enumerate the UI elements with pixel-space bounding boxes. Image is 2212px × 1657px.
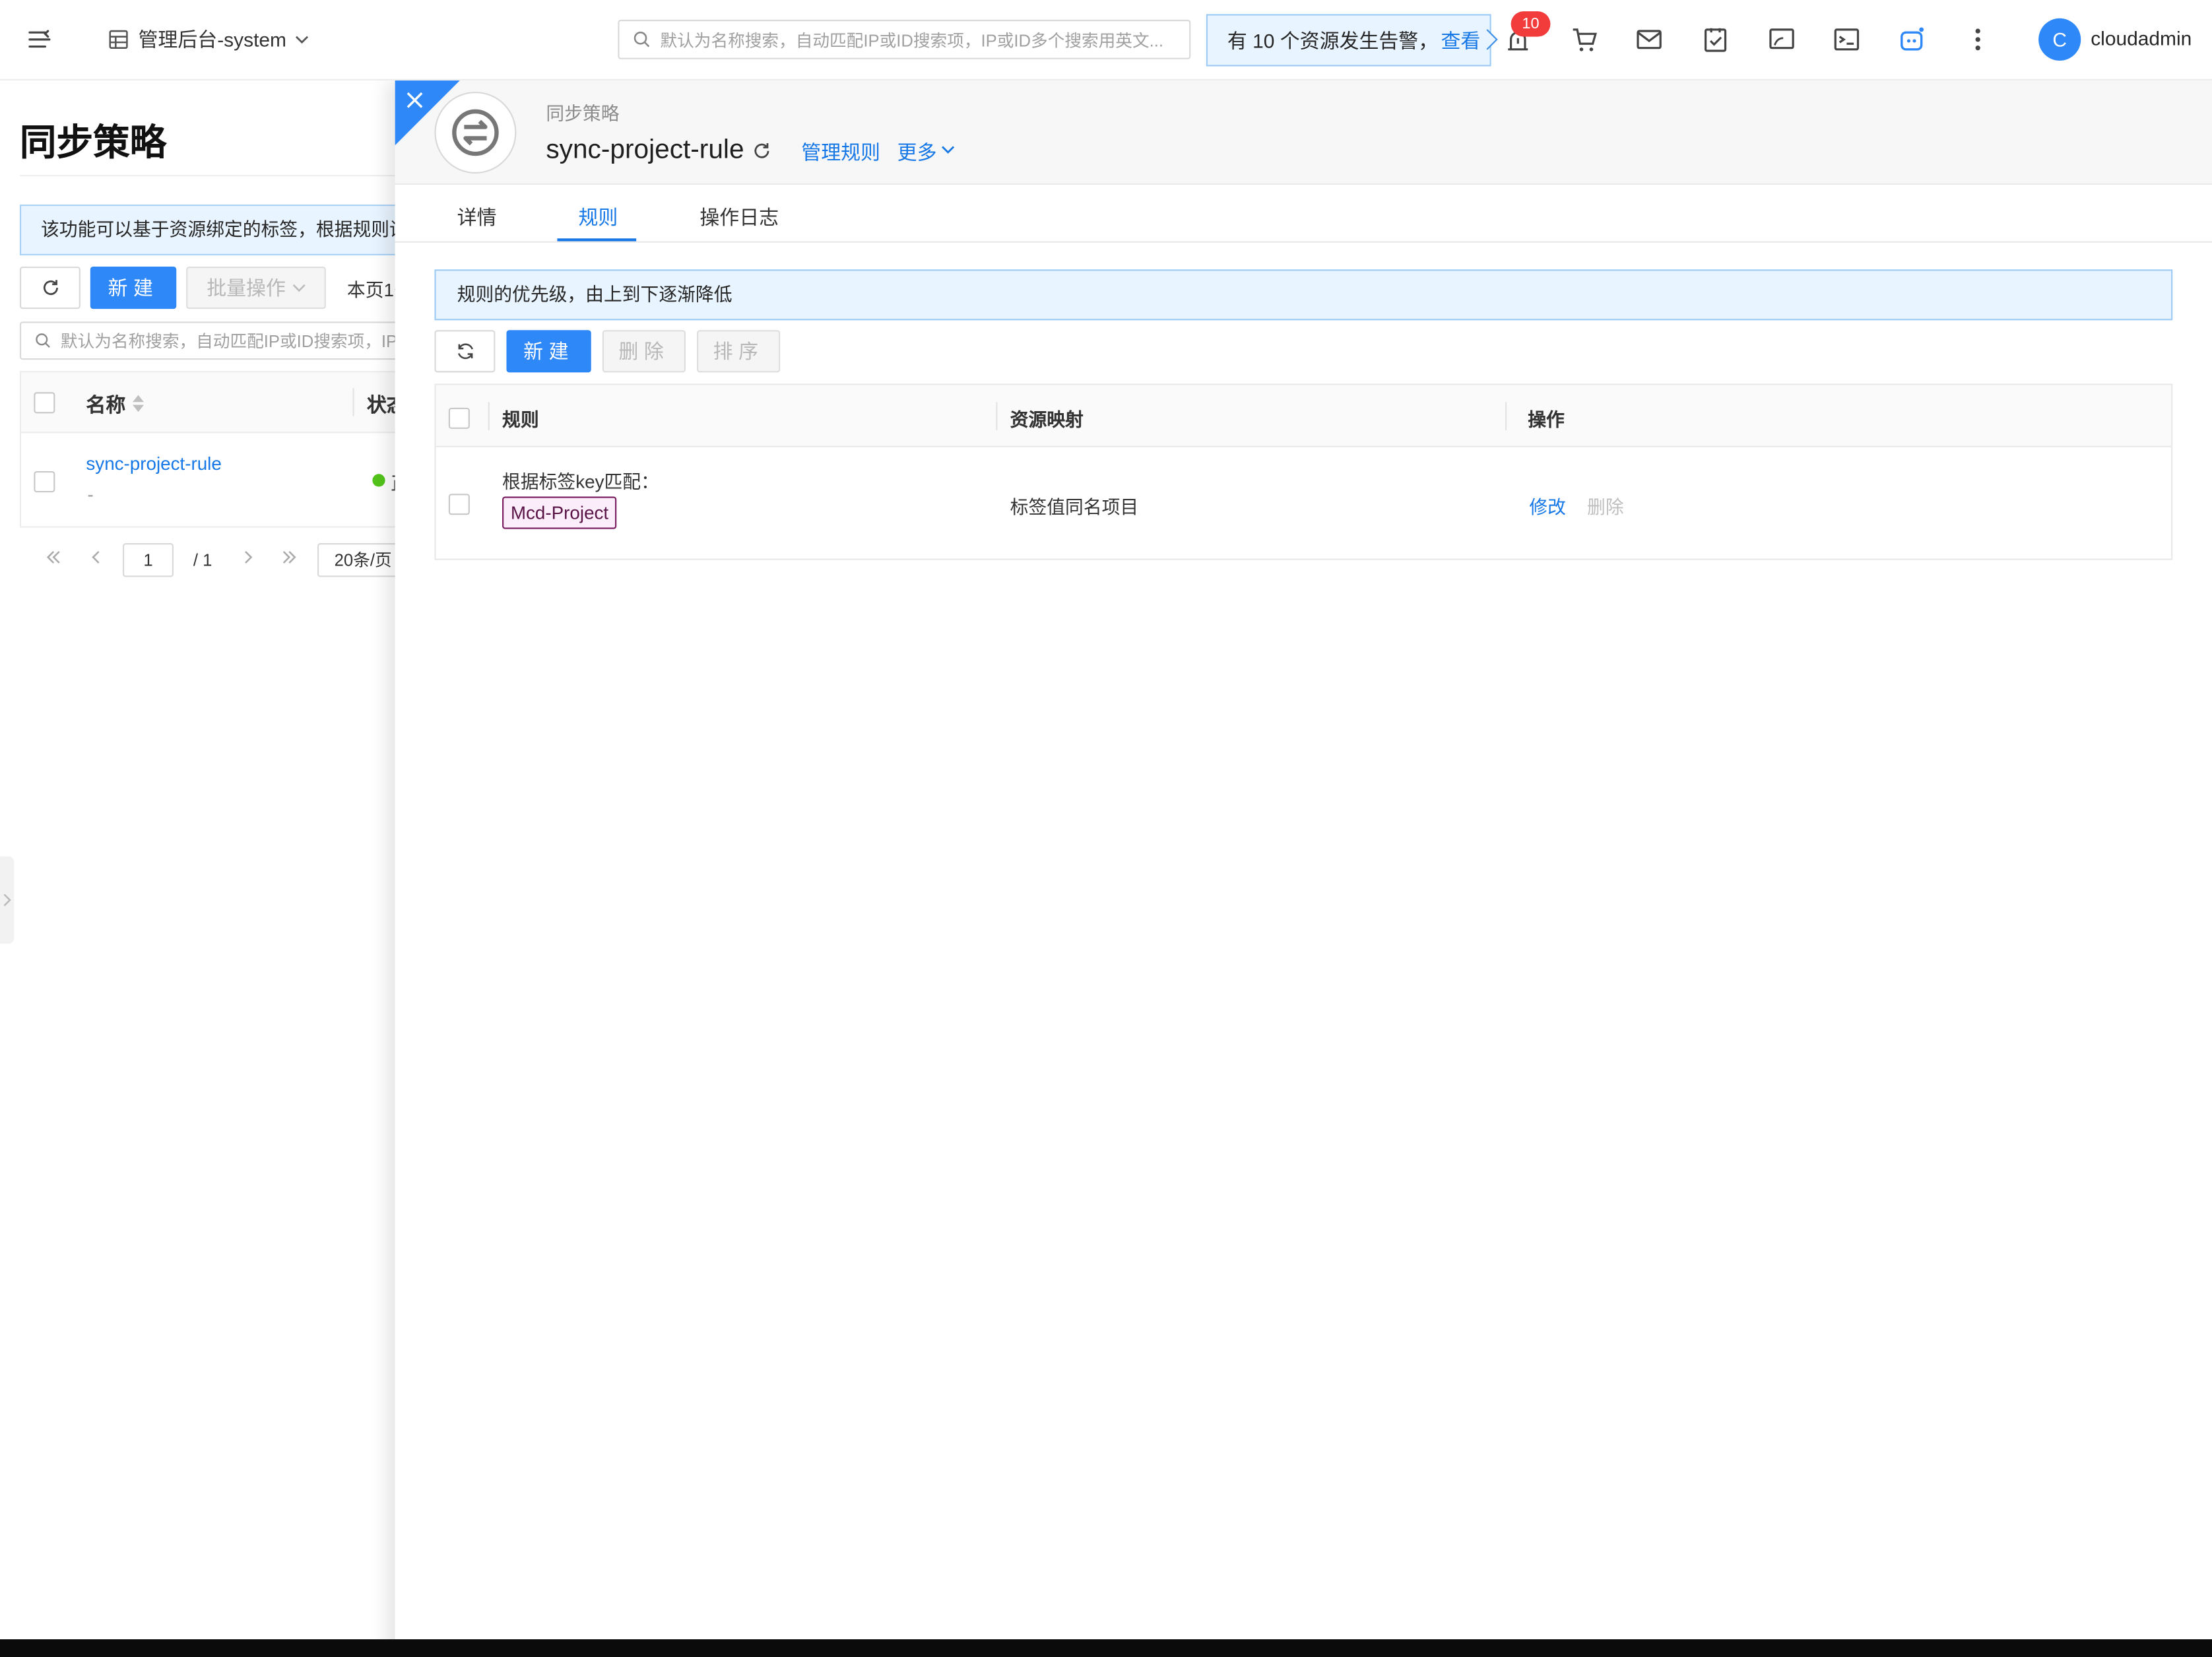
refresh-icon[interactable] — [752, 141, 771, 161]
drawer-subtitle: 同步策略 — [546, 103, 620, 125]
refresh-icon — [40, 278, 60, 298]
bottom-edge-bar — [0, 1639, 2212, 1657]
tag-key-badge: Mcd-Project — [502, 496, 617, 529]
search-icon — [35, 333, 51, 349]
table-header: 规则 资源映射 操作 — [436, 385, 2172, 447]
column-divider — [352, 387, 354, 416]
page-title: 同步策略 — [19, 121, 167, 164]
alert-arrow-icon — [1485, 28, 1498, 51]
drawer-tabs: 详情 规则 操作日志 — [395, 185, 2212, 243]
policy-name-link[interactable]: sync-project-rule — [86, 453, 221, 474]
select-all-checkbox[interactable] — [448, 407, 470, 429]
list-page: 同步策略 该功能可以基于资源绑定的标签，根据规则设置 新建 批量操作 本页1条 … — [0, 80, 429, 1657]
list-search-input[interactable]: 默认为名称搜索，自动匹配IP或ID搜索项，IP或ID多个 — [19, 321, 429, 360]
column-header-rule: 规则 — [502, 408, 539, 431]
alert-count-badge: 10 — [1511, 11, 1551, 37]
priority-notice: 规则的优先级，由上到下逐渐降低 — [434, 269, 2173, 321]
prev-page-icon[interactable] — [86, 547, 106, 567]
terminal-icon[interactable] — [1833, 25, 1861, 53]
next-page-icon[interactable] — [238, 547, 258, 567]
sort-icon[interactable] — [131, 393, 145, 413]
refresh-button[interactable] — [19, 267, 81, 309]
new-rule-button[interactable]: 新建 — [506, 330, 591, 373]
delete-rule-link[interactable]: 删除 — [1587, 492, 1624, 519]
select-all-checkbox[interactable] — [34, 392, 55, 414]
column-divider — [1505, 402, 1507, 431]
row-checkbox[interactable] — [448, 494, 470, 515]
monitor-icon[interactable] — [1768, 25, 1796, 53]
chevron-down-icon — [295, 34, 309, 45]
batch-actions-button[interactable]: 批量操作 — [186, 267, 326, 309]
list-search-placeholder: 默认为名称搜索，自动匹配IP或ID搜索项，IP或ID多个 — [60, 331, 429, 352]
feature-notice: 该功能可以基于资源绑定的标签，根据规则设置 — [19, 204, 429, 255]
system-icon — [107, 28, 129, 51]
detail-drawer: 同步策略 sync-project-rule 管理规则 更多 详情 规则 操作日… — [395, 80, 2212, 1657]
drawer-title: sync-project-rule — [546, 135, 744, 166]
table-row: sync-project-rule - 正常 — [21, 433, 428, 527]
sync-policy-icon — [434, 91, 517, 174]
rules-refresh-button[interactable] — [434, 330, 496, 373]
policy-description: - — [87, 484, 94, 505]
menu-toggle-icon[interactable] — [25, 25, 53, 53]
alert-text: 有 10 个资源发生告警， — [1227, 28, 1439, 52]
user-avatar[interactable]: C — [2038, 18, 2081, 61]
title-divider — [19, 175, 415, 177]
batch-actions-label: 批量操作 — [207, 276, 286, 300]
drawer-header: 同步策略 sync-project-rule 管理规则 更多 — [395, 80, 2212, 185]
column-divider — [996, 402, 998, 431]
username[interactable]: cloudadmin — [2091, 27, 2192, 49]
tab-rules[interactable]: 规则 — [578, 203, 618, 232]
tab-details[interactable]: 详情 — [457, 203, 497, 232]
more-vertical-icon[interactable] — [1964, 25, 1992, 53]
row-checkbox[interactable] — [34, 471, 55, 493]
resource-mapping-text: 标签值同名项目 — [1010, 496, 1139, 518]
first-page-icon[interactable] — [44, 547, 63, 567]
manage-rules-link[interactable]: 管理规则 — [801, 139, 880, 167]
table-header: 名称 状态 — [21, 372, 428, 434]
table-row — [436, 447, 2171, 560]
top-bar: 管理后台-system 默认为名称搜索，自动匹配IP或ID搜索项，IP或ID多个… — [0, 0, 2212, 81]
alert-notice: 有 10 个资源发生告警， 查看 — [1206, 14, 1491, 67]
mail-icon[interactable] — [1635, 25, 1664, 53]
more-actions-link[interactable]: 更多 — [897, 139, 937, 167]
new-policy-button[interactable]: 新建 — [90, 267, 177, 309]
alert-view-link[interactable]: 查看 — [1441, 26, 1480, 55]
chevron-down-icon — [291, 282, 305, 294]
column-divider — [488, 402, 490, 431]
system-switcher[interactable]: 管理后台-system — [107, 24, 309, 55]
assistant-bot-icon[interactable] — [1897, 25, 1926, 53]
rule-match-label: 根据标签key匹配： — [502, 471, 659, 493]
refresh-icon — [455, 341, 474, 361]
last-page-icon[interactable] — [279, 547, 299, 567]
edit-rule-link[interactable]: 修改 — [1529, 492, 1566, 519]
column-header-actions: 操作 — [1528, 408, 1565, 431]
page-total: / 1 — [193, 550, 212, 570]
delete-rules-button[interactable]: 删除 — [602, 330, 686, 373]
column-header-mapping: 资源映射 — [1010, 408, 1084, 431]
chevron-down-icon — [941, 144, 955, 155]
sort-rules-button[interactable]: 排序 — [697, 330, 781, 373]
active-tab-indicator — [557, 238, 637, 242]
cart-icon[interactable] — [1570, 25, 1598, 53]
status-dot — [372, 474, 385, 487]
policy-table: 名称 状态 sync-project-rule - 正常 — [19, 371, 429, 528]
task-check-icon[interactable] — [1701, 25, 1730, 53]
system-label: 管理后台-system — [138, 28, 286, 51]
tab-operation-log[interactable]: 操作日志 — [699, 203, 779, 232]
sidebar-expand-handle[interactable] — [0, 856, 15, 944]
page-number-input[interactable]: 1 — [122, 543, 174, 577]
search-icon — [634, 31, 651, 48]
global-search-placeholder: 默认为名称搜索，自动匹配IP或ID搜索项，IP或ID多个搜索用英文... — [660, 30, 1164, 50]
rules-table: 规则 资源映射 操作 根据标签key匹配： Mcd-Project 标签值同名项… — [434, 383, 2173, 560]
column-header-name[interactable]: 名称 — [86, 391, 125, 419]
global-search-input[interactable]: 默认为名称搜索，自动匹配IP或ID搜索项，IP或ID多个搜索用英文... — [618, 19, 1191, 59]
